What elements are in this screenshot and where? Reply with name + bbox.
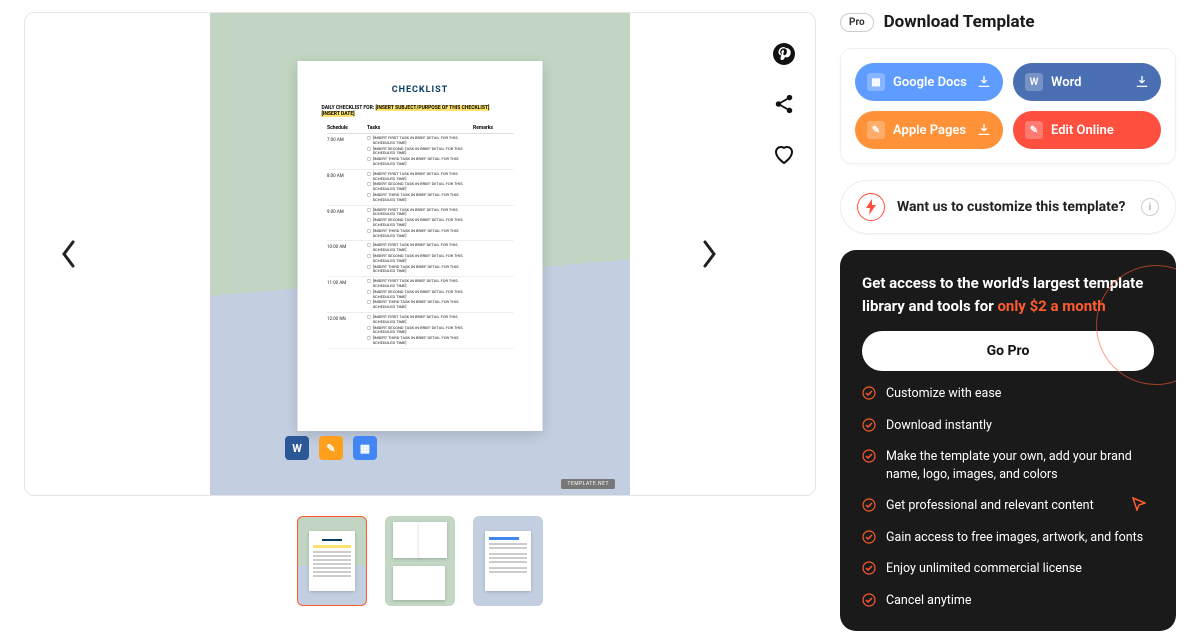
thumbnail-3[interactable]: [473, 516, 543, 606]
download-buttons: ▦ Google Docs W Word ✎ Apple Pages ✎ Edi…: [840, 48, 1176, 164]
gdocs-icon: ▦: [353, 436, 377, 460]
pencil-icon: ✎: [1025, 121, 1043, 139]
word-icon: W: [285, 436, 309, 460]
thumbnail-2[interactable]: [385, 516, 455, 606]
document-preview: CHECKLIST DAILY CHECKLIST FOR: [INSERT S…: [298, 61, 543, 431]
check-icon: [862, 593, 876, 607]
download-icon: [977, 75, 991, 89]
info-icon[interactable]: i: [1141, 198, 1159, 216]
thumbnail-strip: [24, 516, 816, 606]
feature-item: Gain access to free images, artwork, and…: [862, 529, 1154, 547]
page-title: Download Template: [884, 12, 1035, 32]
feature-item: Enjoy unlimited commercial license: [862, 560, 1154, 578]
edit-online-button[interactable]: ✎ Edit Online: [1013, 111, 1161, 149]
check-icon: [862, 498, 876, 512]
check-icon: [862, 561, 876, 575]
button-label: Google Docs: [893, 75, 967, 90]
doc-subtitle: DAILY CHECKLIST FOR: [INSERT SUBJECT/PUR…: [322, 105, 490, 117]
next-arrow[interactable]: [693, 238, 725, 270]
pages-icon: ✎: [319, 436, 343, 460]
pro-badge: Pro: [840, 13, 874, 32]
google-docs-button[interactable]: ▦ Google Docs: [855, 63, 1003, 101]
customize-prompt[interactable]: Want us to customize this template? i: [840, 180, 1176, 234]
preview-area: CHECKLIST DAILY CHECKLIST FOR: [INSERT S…: [24, 12, 816, 496]
cursor-icon: [1132, 497, 1146, 511]
button-label: Word: [1051, 75, 1081, 90]
word-icon: W: [1025, 73, 1043, 91]
feature-item: Cancel anytime: [862, 592, 1154, 610]
doc-title: CHECKLIST: [392, 85, 449, 95]
download-icon: [977, 123, 991, 137]
doc-table: ScheduleTasksRemarks 7:00 AM[INSERT FIRS…: [327, 123, 513, 349]
lightning-icon: [857, 193, 885, 221]
apple-pages-button[interactable]: ✎ Apple Pages: [855, 111, 1003, 149]
promo-panel: Get access to the world's largest templa…: [840, 250, 1176, 631]
prev-arrow[interactable]: [53, 238, 85, 270]
download-header: Pro Download Template: [840, 12, 1176, 32]
feature-item: Customize with ease: [862, 385, 1154, 403]
gdocs-icon: ▦: [867, 73, 885, 91]
heart-icon[interactable]: [771, 141, 797, 167]
check-icon: [862, 386, 876, 400]
feature-item: Get professional and relevant content: [862, 497, 1154, 515]
check-icon: [862, 449, 876, 463]
feature-item: Make the template your own, add your bra…: [862, 448, 1154, 483]
button-label: Edit Online: [1051, 123, 1114, 138]
thumbnail-1[interactable]: [297, 516, 367, 606]
customize-text: Want us to customize this template?: [897, 199, 1129, 215]
check-icon: [862, 530, 876, 544]
pinterest-icon[interactable]: [771, 41, 797, 67]
share-icon[interactable]: [771, 91, 797, 117]
download-icon: [1135, 75, 1149, 89]
feature-item: Download instantly: [862, 417, 1154, 435]
word-button[interactable]: W Word: [1013, 63, 1161, 101]
format-icons: W ✎ ▦: [285, 436, 377, 460]
watermark: TEMPLATE.NET: [561, 479, 615, 489]
button-label: Apple Pages: [893, 123, 966, 138]
check-icon: [862, 418, 876, 432]
pages-icon: ✎: [867, 121, 885, 139]
